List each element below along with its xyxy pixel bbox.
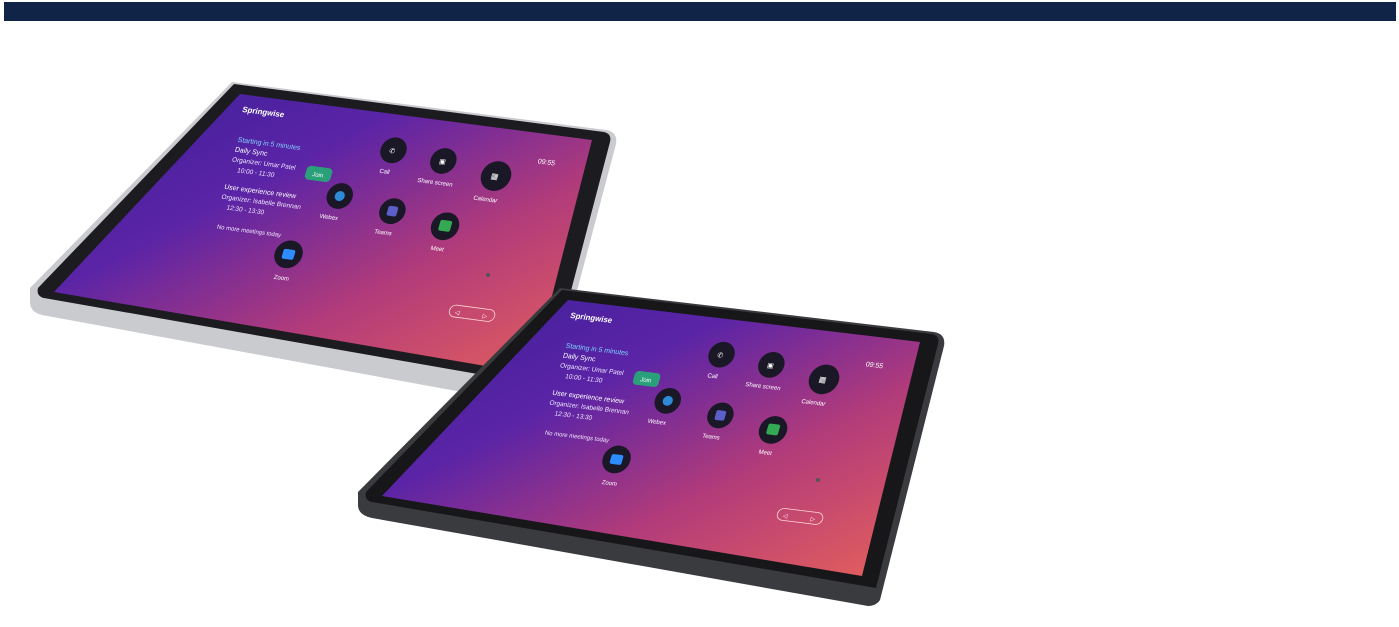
product-photo: Springwise 09:55 Starting in 5 minutes D… <box>0 40 965 627</box>
port-light <box>486 273 490 277</box>
tablets-illustration: Springwise 09:55 Starting in 5 minutes D… <box>30 82 945 606</box>
port-dark <box>816 478 820 482</box>
svg-text:Call: Call <box>706 373 718 380</box>
header-bar <box>4 2 1396 21</box>
